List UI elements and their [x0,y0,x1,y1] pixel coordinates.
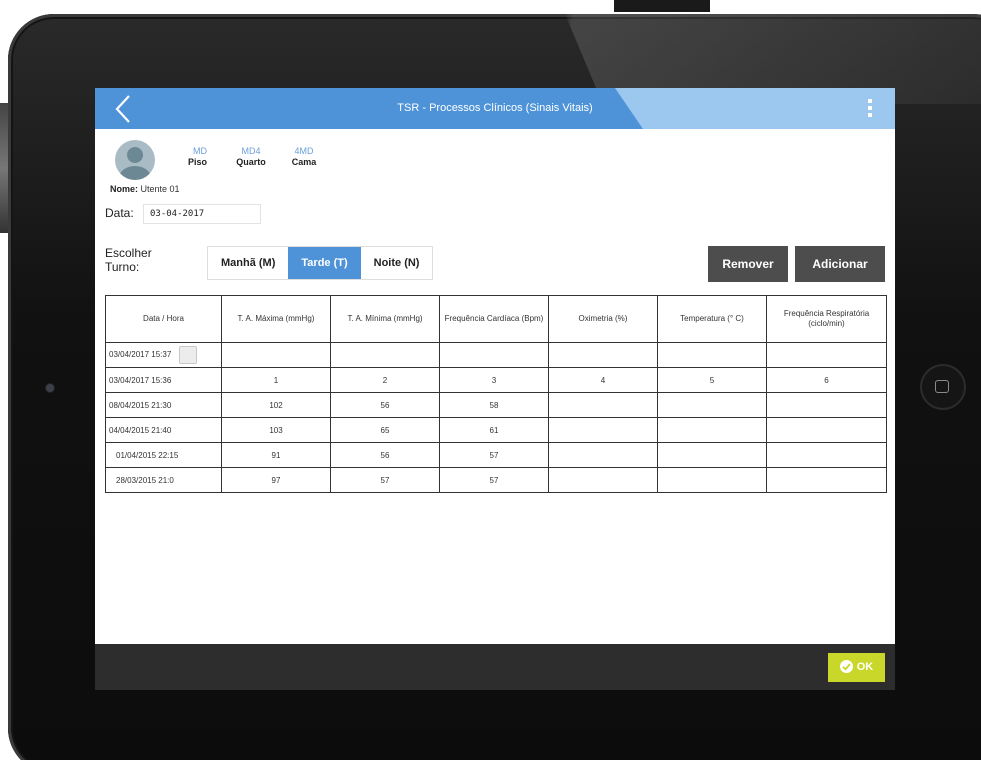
quarto-code: MD4 [241,146,261,156]
table-cell [766,442,887,468]
table-cell: 58 [439,392,549,418]
table-cell: 56 [330,442,440,468]
table-cell: 1 [221,367,331,393]
col-header-ta-min: T. A. Mínima (mmHg) [330,295,440,343]
row-checkbox[interactable] [179,346,198,364]
col-header-oximetry: Oximetria (%) [548,295,658,343]
table-cell[interactable] [766,342,887,368]
table-cell [548,467,658,493]
table-cell [766,467,887,493]
app-screen: TSR - Processos Clínicos (Sinais Vitais)… [95,88,895,690]
table-cell-datetime: 08/04/2015 21:30 [105,392,222,418]
table-cell[interactable] [330,342,440,368]
vitals-table: Data / Hora T. A. Máxima (mmHg) T. A. Mí… [105,295,887,493]
table-cell: 6 [766,367,887,393]
table-cell: 5 [657,367,767,393]
col-header-ta-max: T. A. Máxima (mmHg) [221,295,331,343]
table-cell [657,467,767,493]
table-cell: 57 [439,467,549,493]
table-cell-datetime: 03/04/2017 15:36 [105,367,222,393]
table-cell[interactable] [657,342,767,368]
quarto-info: MD4 Quarto [231,146,271,168]
table-cell: 57 [330,467,440,493]
table-row[interactable]: 08/04/2015 21:30 102 56 58 [105,392,887,418]
table-cell: 56 [330,392,440,418]
page-title: TSR - Processos Clínicos (Sinais Vitais) [397,102,593,114]
cama-code: 4MD [294,146,314,156]
table-row[interactable]: 01/04/2015 22:15 91 56 57 [105,442,887,468]
shift-label: Escolher Turno: [105,246,152,274]
cama-info: 4MD Cama [287,146,321,168]
table-cell [766,417,887,443]
add-button[interactable]: Adicionar [795,246,885,282]
patient-name-label: Nome: [110,184,139,194]
table-cell [657,442,767,468]
table-cell[interactable] [439,342,549,368]
table-cell-datetime: 28/03/2015 21:0 [105,467,222,493]
table-cell: 57 [439,442,549,468]
date-input[interactable]: 03-04-2017 [143,204,261,224]
remove-button[interactable]: Remover [708,246,788,282]
table-cell [766,392,887,418]
quarto-label: Quarto [236,157,266,167]
table-cell: 2 [330,367,440,393]
shift-selector: Manhã (M) Tarde (T) Noite (N) [207,246,434,280]
patient-name: Nome: Utente 01 [110,184,180,194]
table-row[interactable]: 03/04/2017 15:37 [105,342,887,368]
table-cell[interactable] [221,342,331,368]
table-row[interactable]: 28/03/2015 21:0 97 57 57 [105,467,887,493]
user-avatar-icon [115,140,155,180]
top-accessory [614,0,710,12]
patient-name-value: Utente 01 [140,184,180,194]
stage: TSR - Processos Clínicos (Sinais Vitais)… [0,0,981,760]
table-row[interactable]: 04/04/2015 21:40 103 65 61 [105,417,887,443]
col-header-temperature: Temperatura (° C) [657,295,767,343]
table-cell: 91 [221,442,331,468]
kebab-menu-icon[interactable] [867,99,873,119]
ok-label: OK [856,661,874,673]
table-cell: 103 [221,417,331,443]
table-cell: 61 [439,417,549,443]
table-cell: 4 [548,367,658,393]
table-cell-datetime: 01/04/2015 22:15 [105,442,222,468]
table-cell: 3 [439,367,549,393]
check-circle-icon [839,659,853,673]
shift-night-button[interactable]: Noite (N) [360,247,433,279]
piso-code: MD [193,146,207,156]
shift-morning-button[interactable]: Manhã (M) [208,247,289,279]
table-cell [548,442,658,468]
cama-label: Cama [291,157,317,167]
table-cell-datetime: 04/04/2015 21:40 [105,417,222,443]
table-header-row: Data / Hora T. A. Máxima (mmHg) T. A. Mí… [105,295,887,343]
col-header-resp-rate: Frequência Respiratória (ciclo/min) [766,295,887,343]
home-button-icon [935,380,949,393]
table-cell-datetime: 03/04/2017 15:37 [105,342,222,368]
table-cell: 102 [221,392,331,418]
col-header-datetime: Data / Hora [105,295,222,343]
table-cell [657,417,767,443]
bottom-bar: OK [95,644,895,690]
table-cell [548,417,658,443]
camera-dot [46,384,54,392]
ok-button[interactable]: OK [828,653,885,682]
piso-info: MD Piso [173,146,207,168]
date-label: Data: [105,206,134,220]
table-cell[interactable] [548,342,658,368]
shift-afternoon-button[interactable]: Tarde (T) [288,247,361,279]
piso-label: Piso [187,157,207,167]
table-cell [548,392,658,418]
table-cell: 65 [330,417,440,443]
table-row[interactable]: 03/04/2017 15:36 1 2 3 4 5 6 [105,367,887,393]
col-header-heart-rate: Frequência Cardíaca (Bpm) [439,295,549,343]
table-cell [657,392,767,418]
table-cell: 97 [221,467,331,493]
